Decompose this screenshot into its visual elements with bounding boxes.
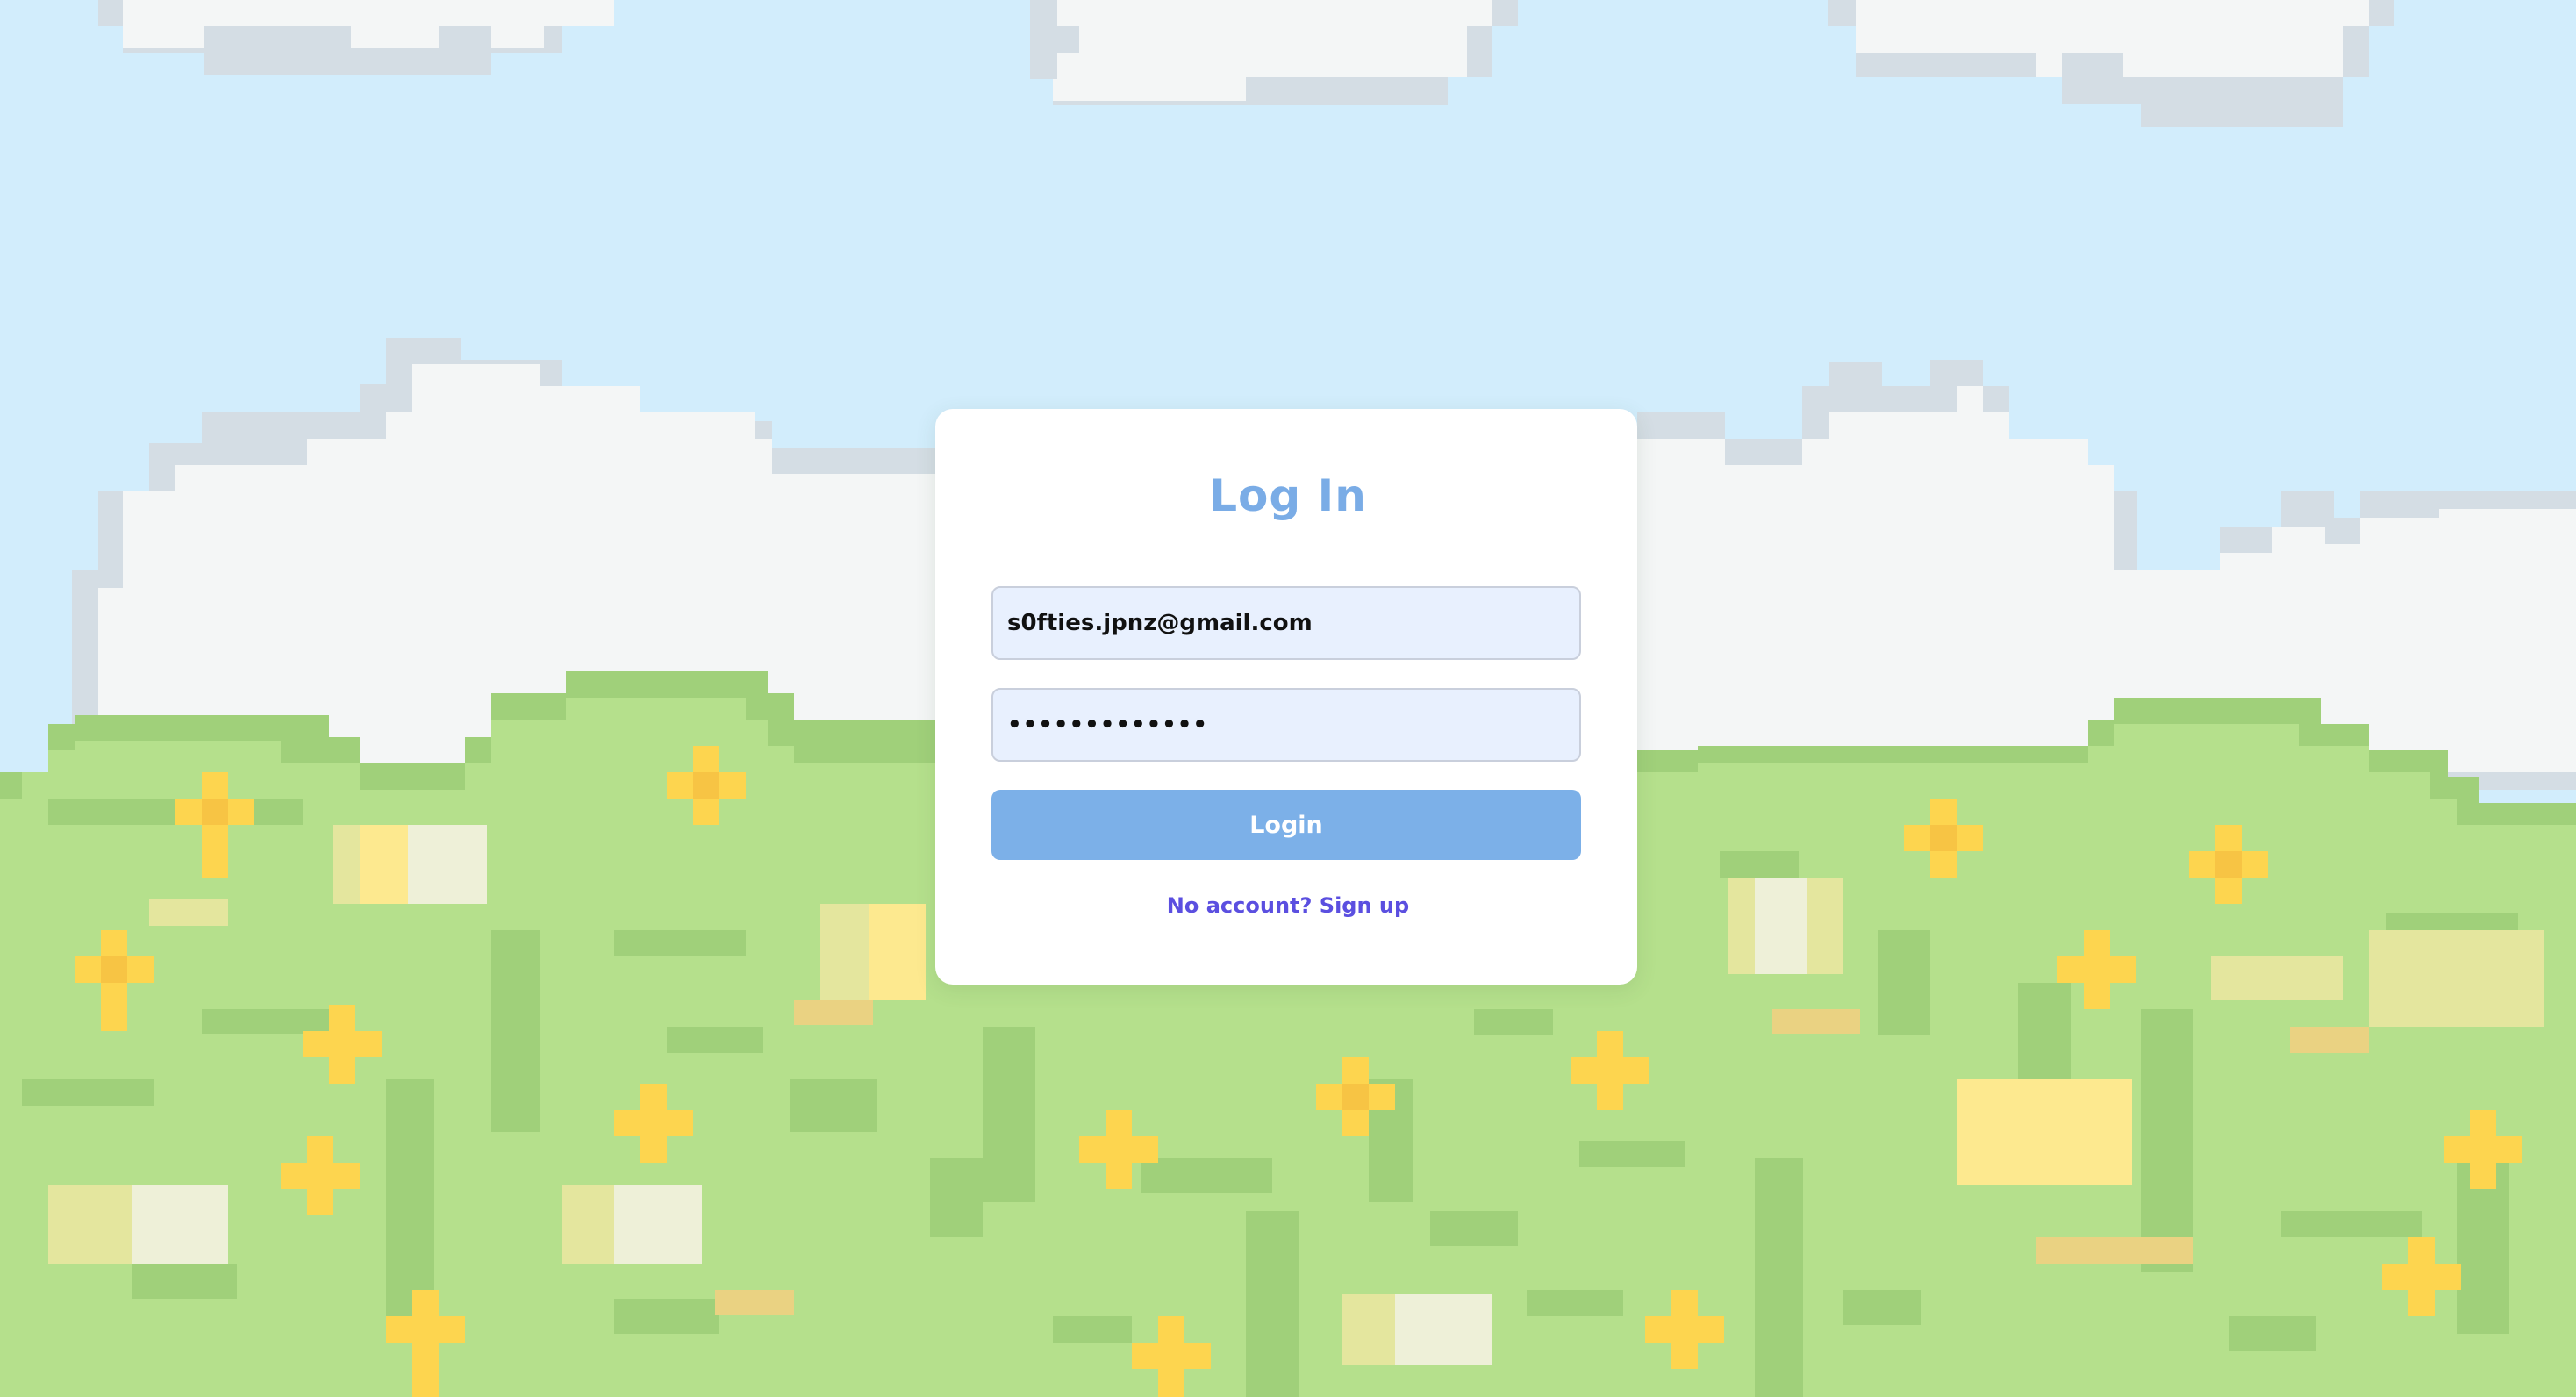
top-clouds [98,0,2394,127]
signup-row: No account? Sign up [0,893,2576,918]
login-page: Log In Login No account? Sign up [0,0,2576,1397]
email-field[interactable] [991,586,1581,660]
page-title: Log In [1209,470,1367,521]
password-field[interactable] [991,688,1581,762]
login-button[interactable]: Login [991,790,1581,860]
signup-link[interactable]: No account? Sign up [1167,893,1409,918]
